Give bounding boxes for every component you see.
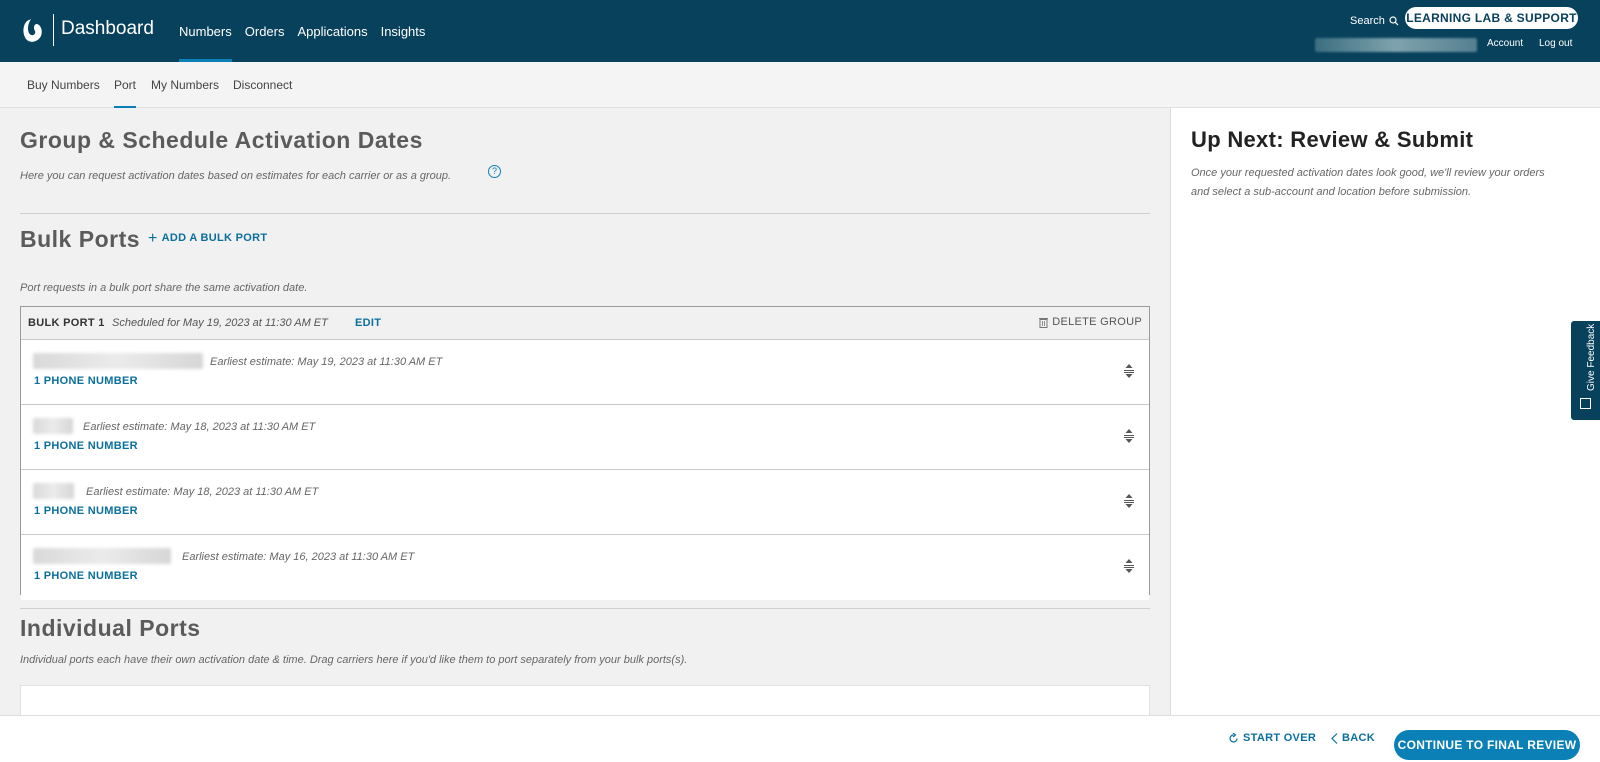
app-title[interactable]: Dashboard xyxy=(61,18,154,40)
phone-number-link[interactable]: 1 PHONE NUMBER xyxy=(34,440,138,452)
start-over-button[interactable]: START OVER xyxy=(1228,732,1316,744)
learning-lab-button[interactable]: LEARNING LAB & SUPPORT xyxy=(1405,7,1578,29)
sidebar-description: Once your requested activation dates loo… xyxy=(1191,167,1545,198)
subnav-buy-numbers[interactable]: Buy Numbers xyxy=(27,62,100,108)
search-link[interactable]: Search xyxy=(1350,15,1399,27)
bulk-port-schedule: Scheduled for May 19, 2023 at 11:30 AM E… xyxy=(112,317,328,329)
bulk-port-group: BULK PORT 1 Scheduled for May 19, 2023 a… xyxy=(20,306,1150,600)
drag-handle-icon[interactable] xyxy=(1123,559,1135,573)
top-bar: Dashboard Numbers Orders Applications In… xyxy=(0,0,1600,62)
bulk-port-name: BULK PORT 1 xyxy=(28,317,105,329)
individual-ports-description: Individual ports each have their own act… xyxy=(20,654,688,666)
refresh-icon xyxy=(1229,732,1238,743)
carrier-name-redacted xyxy=(33,548,171,564)
edit-button[interactable]: EDIT xyxy=(355,317,381,329)
back-button[interactable]: BACK xyxy=(1331,732,1375,744)
back-label: BACK xyxy=(1342,732,1375,744)
subnav-port[interactable]: Port xyxy=(114,62,137,108)
account-name-redacted xyxy=(1315,38,1477,52)
phone-number-link[interactable]: 1 PHONE NUMBER xyxy=(34,505,138,517)
nav-numbers[interactable]: Numbers xyxy=(179,0,232,62)
search-label: Search xyxy=(1350,15,1385,27)
sidebar: Up Next: Review & Submit Once your reque… xyxy=(1170,108,1600,715)
drag-handle-icon[interactable] xyxy=(1123,494,1135,508)
subnav-my-numbers[interactable]: My Numbers xyxy=(151,62,219,108)
estimate-text: Earliest estimate: May 18, 2023 at 11:30… xyxy=(83,421,316,433)
individual-ports-title: Individual Ports xyxy=(20,615,201,641)
estimate-text: Earliest estimate: May 16, 2023 at 11:30… xyxy=(182,551,415,563)
carrier-name-redacted xyxy=(33,483,74,499)
sidebar-title: Up Next: Review & Submit xyxy=(1191,127,1474,152)
carrier-name-redacted xyxy=(33,353,203,369)
add-bulk-port-button[interactable]: + ADD A BULK PORT xyxy=(148,229,268,247)
top-nav: Numbers Orders Applications Insights xyxy=(179,0,438,62)
logout-link[interactable]: Log out xyxy=(1539,38,1572,49)
drag-handle-icon[interactable] xyxy=(1123,364,1135,378)
continue-to-final-review-button[interactable]: CONTINUE TO FINAL REVIEW xyxy=(1394,730,1580,760)
bulk-port-header: BULK PORT 1 Scheduled for May 19, 2023 a… xyxy=(21,307,1149,340)
estimate-text: Earliest estimate: May 18, 2023 at 11:30… xyxy=(86,486,319,498)
delete-group-label: DELETE GROUP xyxy=(1052,316,1142,328)
page-description: Here you can request activation dates ba… xyxy=(20,170,452,182)
nav-applications[interactable]: Applications xyxy=(297,0,367,62)
divider xyxy=(20,608,1150,609)
logo-icon[interactable] xyxy=(21,15,45,45)
divider xyxy=(20,213,1150,214)
phone-number-link[interactable]: 1 PHONE NUMBER xyxy=(34,570,138,582)
trash-icon xyxy=(1039,317,1049,328)
account-link[interactable]: Account xyxy=(1487,38,1523,49)
feedback-label: Give Feedback xyxy=(1586,323,1597,391)
delete-group-button[interactable]: DELETE GROUP xyxy=(1039,316,1142,328)
port-row[interactable]: Earliest estimate: May 18, 2023 at 11:30… xyxy=(21,471,1149,535)
logo-divider xyxy=(53,14,54,46)
drag-handle-icon[interactable] xyxy=(1123,429,1135,443)
port-row[interactable]: Earliest estimate: May 19, 2023 at 11:30… xyxy=(21,341,1149,405)
start-over-label: START OVER xyxy=(1243,732,1317,744)
chevron-left-icon xyxy=(1331,732,1338,744)
main-content: Group & Schedule Activation Dates Here y… xyxy=(0,108,1170,715)
give-feedback-tab[interactable]: Give Feedback xyxy=(1571,321,1600,420)
subnav-disconnect[interactable]: Disconnect xyxy=(233,62,292,108)
page-title: Group & Schedule Activation Dates xyxy=(20,127,423,153)
bulk-ports-description: Port requests in a bulk port share the s… xyxy=(20,282,308,294)
feedback-icon xyxy=(1580,398,1591,409)
phone-number-link[interactable]: 1 PHONE NUMBER xyxy=(34,375,138,387)
port-row[interactable]: Earliest estimate: May 16, 2023 at 11:30… xyxy=(21,536,1149,600)
add-bulk-port-label: ADD A BULK PORT xyxy=(161,232,268,244)
nav-orders[interactable]: Orders xyxy=(245,0,285,62)
plus-icon: + xyxy=(148,229,158,247)
carrier-name-redacted xyxy=(33,418,73,434)
search-icon xyxy=(1389,16,1399,26)
individual-ports-dropzone[interactable] xyxy=(20,685,1150,715)
sub-nav: Buy Numbers Port My Numbers Disconnect xyxy=(0,62,1600,108)
port-row[interactable]: Earliest estimate: May 18, 2023 at 11:30… xyxy=(21,406,1149,470)
footer-bar: START OVER BACK CONTINUE TO FINAL REVIEW xyxy=(0,715,1600,762)
estimate-text: Earliest estimate: May 19, 2023 at 11:30… xyxy=(210,356,443,368)
bulk-ports-title: Bulk Ports xyxy=(20,226,141,252)
help-icon[interactable]: ? xyxy=(488,165,501,178)
nav-insights[interactable]: Insights xyxy=(381,0,426,62)
